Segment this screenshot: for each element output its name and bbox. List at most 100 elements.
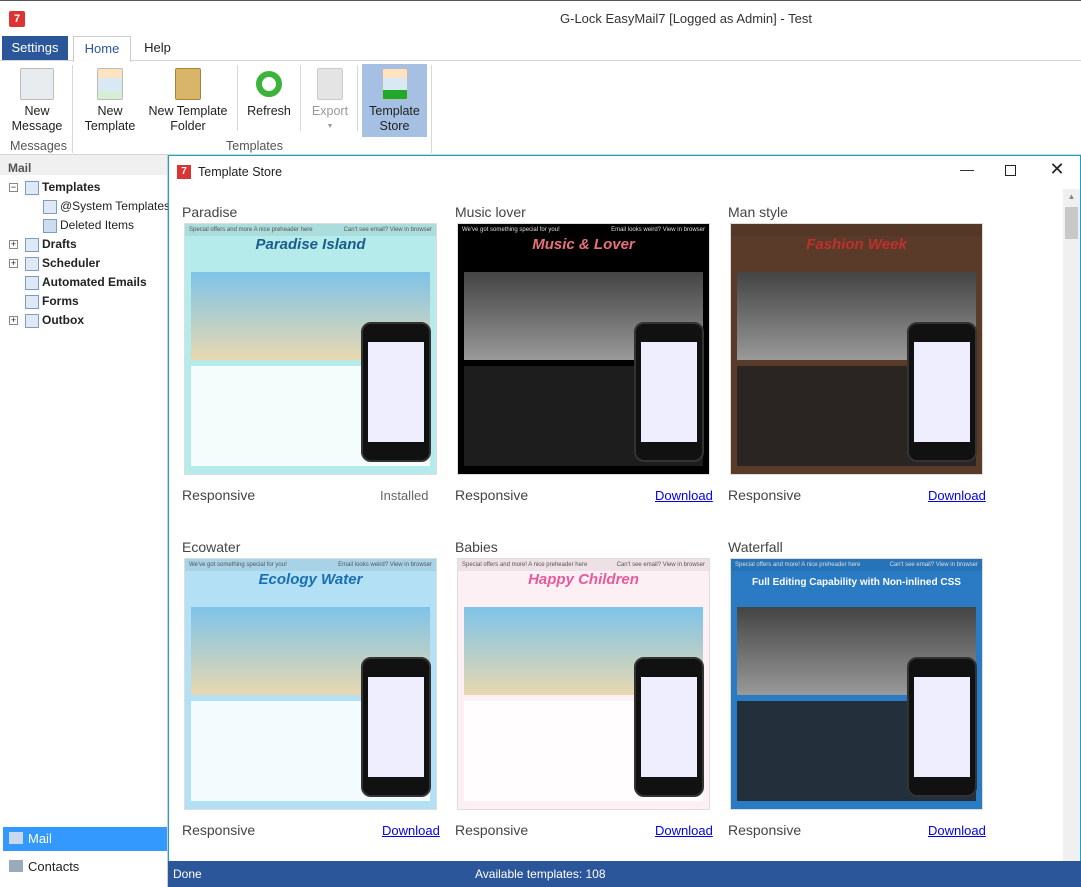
phone-mockup-image [361,657,431,797]
status-bar: Done Available templates: 108 [168,861,1081,887]
tree-item-forms[interactable]: Forms [25,294,79,309]
export-button: Export ▼ [306,64,354,136]
template-thumbnail[interactable]: Fashion Week [730,223,983,475]
expand-toggle[interactable]: + [9,316,18,325]
divider [72,65,73,153]
maximize-button[interactable] [1005,165,1016,176]
divider [431,65,432,153]
template-name: Music lover [455,204,526,220]
status-text: Done [173,867,202,881]
phone-mockup-image [907,657,977,797]
template-type: Responsive [455,822,529,838]
tab-help[interactable]: Help [135,36,180,61]
tab-settings[interactable]: Settings [2,36,68,61]
scroll-thumb[interactable] [1065,207,1078,239]
phone-mockup-image [361,322,431,462]
tree-item-outbox[interactable]: Outbox [25,313,84,328]
thumbnail-preheader: Special offers and more! A nice preheade… [458,559,709,571]
cart-icon [381,68,408,100]
mail-icon [9,832,23,844]
template-thumbnail[interactable]: Special offers and more! A nice preheade… [730,558,983,810]
template-type: Responsive [728,487,802,503]
close-button[interactable]: ✕ [1045,159,1069,180]
template-thumbnail[interactable]: Special offers and more! A nice preheade… [457,558,710,810]
template-name: Ecowater [182,539,241,555]
folder-add-icon [175,68,201,100]
trash-icon [43,218,57,233]
system-templates-icon [43,199,57,214]
collapse-toggle[interactable]: − [9,183,18,192]
expand-toggle[interactable]: + [9,240,18,249]
refresh-button[interactable]: Refresh [244,64,294,136]
envelope-icon [20,68,54,100]
thumbnail-headline: Music & Lover [532,236,635,253]
template-store-dialog: 7 Template Store — ✕ ▲ Paradise Special … [168,155,1081,887]
automated-email-icon [25,275,39,290]
tab-home[interactable]: Home [73,36,131,62]
title-bar: 7 G-Lock EasyMail7 [Logged as Admin] - T… [0,0,1081,36]
window-title: G-Lock EasyMail7 [Logged as Admin] - Tes… [560,11,812,26]
minimize-button[interactable]: — [955,161,979,177]
nav-contacts[interactable]: Contacts [3,855,167,879]
template-thumbnail[interactable]: Special offers and more A nice preheader… [184,223,437,475]
tree-item-automated-emails[interactable]: Automated Emails [25,275,147,290]
download-link[interactable]: Download [382,823,440,838]
template-thumbnail[interactable]: We've got something special for you! Emai… [184,558,437,810]
dialog-logo-icon: 7 [177,165,191,179]
template-store-button[interactable]: Template Store [362,64,427,137]
template-type: Responsive [182,487,256,503]
app-logo-icon: 7 [9,11,25,27]
expand-toggle[interactable]: + [9,259,18,268]
new-template-folder-button[interactable]: New Template Folder [145,64,231,136]
divider [237,65,238,131]
template-name: Waterfall [728,539,783,555]
template-thumbnail[interactable]: We've got something special for you! Emai… [457,223,710,475]
ribbon: New Message Messages New Template New Te… [0,60,1081,155]
template-icon [97,68,123,100]
thumbnail-headline: Ecology Water [258,571,363,588]
thumbnail-headline: Paradise Island [255,236,366,253]
template-name: Paradise [182,204,238,220]
thumbnail-headline: Happy Children [528,571,639,588]
drafts-icon [25,237,39,252]
group-label-messages: Messages [10,139,67,153]
thumbnail-preheader: We've got something special for you! Emai… [458,224,709,236]
thumbnail-preheader: Special offers and more! A nice preheade… [731,559,982,571]
phone-mockup-image [634,657,704,797]
ribbon-tabs: Settings Home Help [0,36,1081,62]
download-link[interactable]: Download [655,488,713,503]
refresh-icon [256,71,282,97]
scheduler-icon [25,256,39,271]
sidebar-header: Mail [0,155,167,175]
floppy-export-icon [317,68,343,100]
installed-label: Installed [380,488,429,503]
divider [357,65,358,131]
dialog-title: Template Store [198,165,283,179]
scrollbar[interactable]: ▲ [1063,189,1080,862]
divider [300,65,301,131]
scroll-up-arrow[interactable]: ▲ [1063,189,1080,205]
tree-item-templates[interactable]: Templates [25,180,100,195]
outbox-icon [25,313,39,328]
download-link[interactable]: Download [655,823,713,838]
new-message-button[interactable]: New Message [5,64,69,136]
thumbnail-headline: Fashion Week [806,236,907,253]
tree-item-scheduler[interactable]: Scheduler [25,256,100,271]
tree-item-deleted-items[interactable]: Deleted Items [43,218,134,233]
new-template-button[interactable]: New Template [80,64,140,136]
available-templates-count: Available templates: 108 [475,867,606,881]
template-type: Responsive [728,822,802,838]
thumbnail-preheader: Special offers and more A nice preheader… [185,224,436,236]
contacts-icon [9,860,23,872]
download-link[interactable]: Download [928,823,986,838]
phone-mockup-image [907,322,977,462]
tree-item-drafts[interactable]: Drafts [25,237,77,252]
tree-item-system-templates[interactable]: @System Templates [43,199,170,214]
forms-icon [25,294,39,309]
template-type: Responsive [455,487,529,503]
template-name: Man style [728,204,788,220]
group-label-templates: Templates [226,139,283,153]
nav-mail[interactable]: Mail [3,827,167,851]
download-link[interactable]: Download [928,488,986,503]
thumbnail-preheader: We've got something special for you! Emai… [185,559,436,571]
